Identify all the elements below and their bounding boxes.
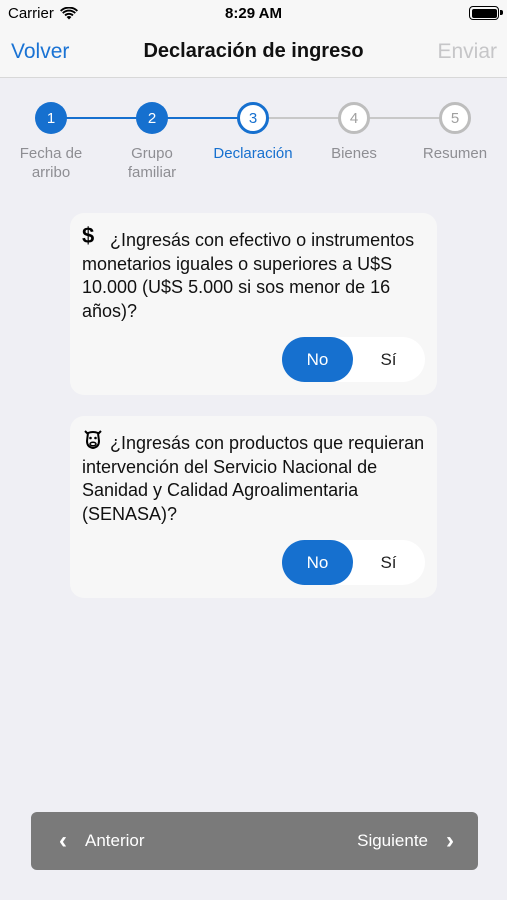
status-bar: Carrier 8:29 AM (0, 0, 507, 28)
step-bienes[interactable]: 4 Bienes (303, 78, 405, 163)
step-grupo-familiar[interactable]: 2 Grupo familiar (101, 78, 203, 182)
next-label: Siguiente (357, 831, 428, 850)
option-yes-button[interactable]: Sí (353, 540, 424, 585)
step-number: 4 (338, 102, 370, 134)
bottom-navigation: ‹ Anterior Siguiente › (31, 812, 478, 870)
progress-stepper: 1 Fecha de arribo 2 Grupo familiar 3 Dec… (0, 78, 507, 188)
battery-icon (469, 6, 503, 20)
step-fecha-de-arribo[interactable]: 1 Fecha de arribo (0, 78, 102, 182)
chevron-right-icon: › (446, 827, 454, 854)
yes-no-toggle: No Sí (282, 540, 425, 585)
page-title: Declaración de ingreso (143, 40, 364, 62)
chevron-left-icon: ‹ (59, 827, 67, 854)
step-label: Declaración (213, 145, 293, 162)
question-card-senasa: ¿Ingresás con productos que requieran in… (70, 416, 437, 598)
step-label: Fecha de arribo (19, 145, 83, 181)
step-number: 2 (136, 102, 168, 134)
nav-bar: Volver Declaración de ingreso Enviar (0, 28, 507, 78)
next-button[interactable]: Siguiente › (357, 812, 454, 870)
send-button[interactable]: Enviar (437, 40, 497, 64)
step-label: Grupo familiar (127, 145, 177, 181)
option-yes-button[interactable]: Sí (353, 337, 424, 382)
step-number: 1 (35, 102, 67, 134)
previous-label: Anterior (85, 831, 145, 850)
yes-no-toggle: No Sí (282, 337, 425, 382)
question-text: ¿Ingresás con productos que requieran in… (82, 433, 425, 524)
step-label: Bienes (331, 145, 377, 162)
question-card-cash: $ ¿Ingresás con efectivo o instrumentos … (70, 213, 437, 395)
step-declaracion[interactable]: 3 Declaración (202, 78, 304, 163)
clock: 8:29 AM (225, 5, 282, 22)
question-text: ¿Ingresás con efectivo o instrumentos mo… (82, 230, 415, 321)
step-number: 5 (439, 102, 471, 134)
option-no-button[interactable]: No (282, 540, 353, 585)
step-label: Resumen (422, 145, 488, 162)
step-number: 3 (237, 102, 269, 134)
step-resumen[interactable]: 5 Resumen (404, 78, 506, 163)
previous-button[interactable]: ‹ Anterior (59, 812, 145, 870)
option-no-button[interactable]: No (282, 337, 353, 382)
